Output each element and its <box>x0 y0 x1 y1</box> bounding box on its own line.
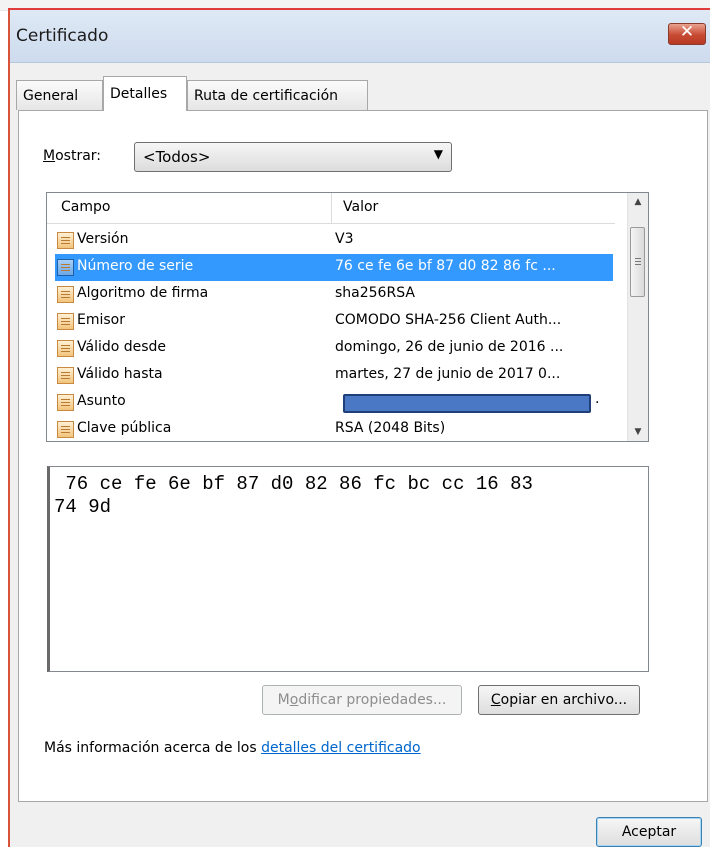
field-name: Número de serie <box>77 258 194 274</box>
certificate-field-icon <box>57 232 74 249</box>
scroll-thumb[interactable] <box>630 227 645 297</box>
certificate-field-icon <box>57 421 74 438</box>
list-row[interactable]: Versión V3 <box>55 227 613 254</box>
close-button[interactable]: ✕ <box>668 22 706 45</box>
certificate-field-icon <box>57 313 74 330</box>
grip-line <box>635 258 641 259</box>
list-row[interactable]: Válido desde domingo, 26 de junio de 201… <box>55 335 613 362</box>
title-bar: Certificado ✕ <box>10 10 710 63</box>
column-divider <box>331 193 332 223</box>
certificate-field-icon <box>57 259 74 276</box>
list-header: Campo Valor <box>47 193 615 224</box>
column-header-field[interactable]: Campo <box>61 199 110 215</box>
list-row[interactable]: Clave pública RSA (2048 Bits) <box>55 416 613 441</box>
list-row[interactable]: Válido hasta martes, 27 de junio de 2017… <box>55 362 613 389</box>
list-row[interactable]: Emisor COMODO SHA-256 Client Auth... <box>55 308 613 335</box>
show-label: Mostrar: <box>43 148 102 164</box>
grip-line <box>635 264 641 265</box>
redaction-box <box>343 394 591 413</box>
scroll-up-icon[interactable]: ▲ <box>628 197 648 207</box>
edit-properties-button[interactable]: Modificar propiedades... <box>262 685 462 715</box>
scroll-down-icon[interactable]: ▼ <box>628 427 648 437</box>
field-name: Asunto <box>77 393 126 409</box>
show-select-value: <Todos> <box>143 148 211 166</box>
field-value: domingo, 26 de junio de 2016 ... <box>335 339 564 355</box>
field-name: Válido hasta <box>77 366 163 382</box>
field-name: Emisor <box>77 312 125 328</box>
certificate-field-icon <box>57 340 74 357</box>
field-value: sha256RSA <box>335 285 415 301</box>
certificate-dialog: Certificado ✕ General Detalles Ruta de c… <box>8 10 710 847</box>
certificate-field-icon <box>57 286 74 303</box>
field-value: V3 <box>335 231 354 247</box>
fields-list[interactable]: Campo Valor Versión V3 Número de serie 7… <box>46 192 649 442</box>
list-row-selected[interactable]: Número de serie 76 ce fe 6e bf 87 d0 82 … <box>55 254 613 281</box>
info-text: Más información acerca de los detalles d… <box>44 740 421 756</box>
tab-certification-path[interactable]: Ruta de certificación <box>187 80 368 110</box>
certificate-field-icon <box>57 394 74 411</box>
field-name: Válido desde <box>77 339 167 355</box>
list-row[interactable]: Algoritmo de firma sha256RSA <box>55 281 613 308</box>
field-name: Clave pública <box>77 420 172 436</box>
list-row[interactable]: Asunto . <box>55 389 613 416</box>
certificate-field-icon <box>57 367 74 384</box>
show-select[interactable]: <Todos> ▼ <box>134 142 452 172</box>
field-value: 76 ce fe 6e bf 87 d0 82 86 fc ... <box>335 258 556 274</box>
field-name: Versión <box>77 231 129 247</box>
ok-button[interactable]: Aceptar <box>596 817 702 847</box>
field-value: RSA (2048 Bits) <box>335 420 446 436</box>
chevron-down-icon: ▼ <box>433 147 443 161</box>
column-header-value[interactable]: Valor <box>343 199 378 215</box>
tab-general[interactable]: General <box>16 80 103 110</box>
field-value: . <box>595 391 600 407</box>
copy-to-file-button[interactable]: Copiar en archivo... <box>478 685 640 715</box>
field-value: martes, 27 de junio de 2017 0... <box>335 366 561 382</box>
close-icon: ✕ <box>679 22 695 42</box>
vertical-scrollbar[interactable]: ▲ ▼ <box>627 193 648 441</box>
window-title: Certificado <box>16 26 109 46</box>
tab-details[interactable]: Detalles <box>103 76 187 111</box>
field-value: COMODO SHA-256 Client Auth... <box>335 312 562 328</box>
certificate-details-link[interactable]: detalles del certificado <box>261 740 421 756</box>
value-detail-box[interactable]: 76 ce fe 6e bf 87 d0 82 86 fc bc cc 16 8… <box>47 466 649 672</box>
grip-line <box>635 261 641 262</box>
field-name: Algoritmo de firma <box>77 285 209 301</box>
